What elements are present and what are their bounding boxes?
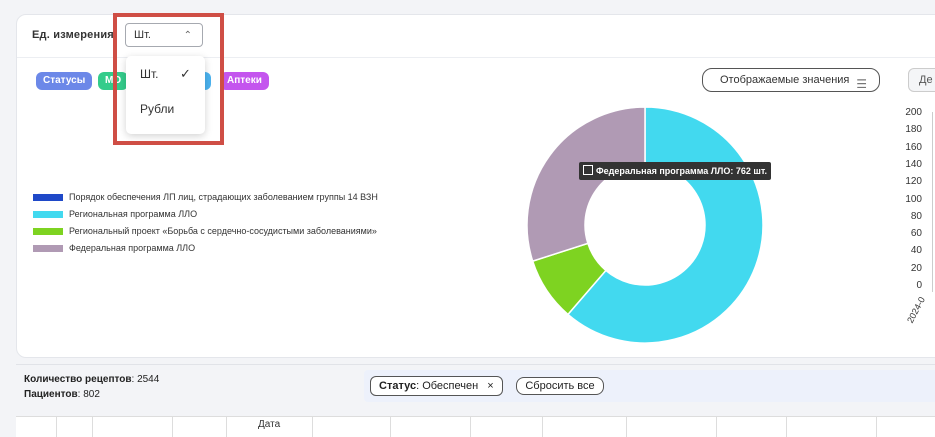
col-divider — [876, 417, 877, 437]
donut-slice[interactable] — [526, 106, 646, 263]
column-header-date[interactable]: Дата — [258, 419, 280, 430]
donut-chart — [526, 106, 764, 344]
col-divider — [390, 417, 391, 437]
col-divider — [92, 417, 93, 437]
patients-count: Пациентов: 802 — [24, 389, 100, 400]
tooltip-text: Федеральная программа ЛЛО: 762 шт. — [596, 166, 767, 176]
legend-label: Региональная программа ЛЛО — [69, 209, 198, 219]
legend-swatch — [33, 227, 63, 235]
y-tick-label: 40 — [910, 245, 922, 257]
status-filter-value: Обеспечен — [422, 380, 479, 392]
legend-swatch — [33, 210, 63, 218]
y-tick-label: 180 — [905, 124, 922, 136]
col-divider — [470, 417, 471, 437]
y-tick-label: 200 — [905, 107, 922, 118]
y-tick-label: 60 — [910, 228, 922, 240]
col-divider — [312, 417, 313, 437]
side-chart-axis — [932, 112, 933, 292]
displayed-values-label: Отображаемые значения — [720, 74, 850, 86]
legend-swatch — [33, 244, 63, 252]
y-tick-label: 80 — [910, 210, 922, 222]
displayed-values-button[interactable]: Отображаемые значения ☰ — [702, 68, 880, 92]
y-tick-label: 160 — [905, 141, 922, 153]
strip-divider — [16, 364, 935, 365]
col-divider — [172, 417, 173, 437]
legend-swatch — [33, 193, 63, 201]
legend-label: Порядок обеспечения ЛП лиц, страдающих з… — [69, 192, 378, 202]
y-tick-label: 100 — [905, 193, 922, 205]
list-icon: ☰ — [856, 77, 867, 91]
reset-all-button[interactable]: Сбросить все — [516, 377, 604, 395]
status-filter-label: Статус — [379, 380, 417, 392]
legend-item[interactable]: Региональный проект «Борьба с сердечно-с… — [33, 226, 377, 236]
legend-item[interactable]: Региональная программа ЛЛО — [33, 209, 197, 219]
chip-pharmacies[interactable]: Аптеки — [220, 72, 269, 90]
y-tick-label: 20 — [910, 262, 922, 274]
recipes-value: 2544 — [137, 374, 160, 385]
recipes-label: Количество рецептов — [24, 374, 132, 385]
recipes-count: Количество рецептов: 2544 — [24, 374, 160, 385]
chart-tooltip: Федеральная программа ЛЛО: 762 шт. — [579, 162, 771, 180]
chip-statuses[interactable]: Статусы — [36, 72, 93, 90]
legend-label: Региональный проект «Борьба с сердечно-с… — [69, 226, 377, 236]
col-divider — [542, 417, 543, 437]
unit-label: Ед. измерения: — [32, 29, 118, 41]
patients-value: 802 — [83, 389, 100, 400]
highlight-frame — [113, 13, 224, 145]
col-divider — [56, 417, 57, 437]
legend-item[interactable]: Порядок обеспечения ЛП лиц, страдающих з… — [33, 192, 378, 202]
col-divider — [626, 417, 627, 437]
table-header: Дата — [16, 416, 935, 437]
y-tick-label: 140 — [905, 158, 922, 170]
status-filter-chip[interactable]: Статус: Обеспечен × — [370, 376, 503, 396]
legend-item[interactable]: Федеральная программа ЛЛО — [33, 243, 195, 253]
patients-label: Пациентов — [24, 389, 78, 400]
tooltip-swatch — [583, 165, 593, 175]
col-divider — [716, 417, 717, 437]
close-icon[interactable]: × — [487, 380, 493, 392]
right-button[interactable]: Де — [908, 68, 935, 92]
col-divider — [786, 417, 787, 437]
col-divider — [226, 417, 227, 437]
y-tick-label: 0 — [916, 280, 922, 291]
legend-label: Федеральная программа ЛЛО — [69, 243, 196, 253]
y-tick-label: 120 — [905, 176, 922, 188]
